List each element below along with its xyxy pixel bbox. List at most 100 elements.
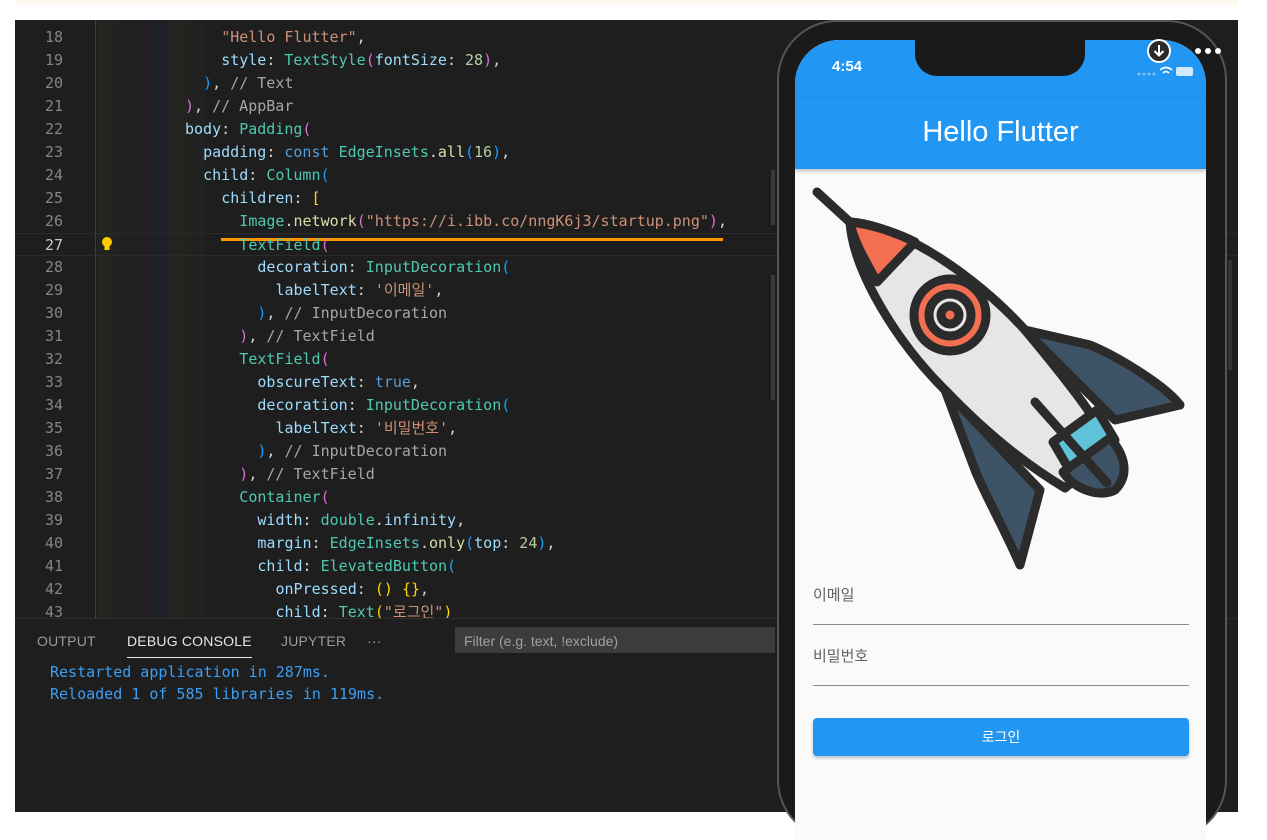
code-text: ), // InputDecoration bbox=[257, 440, 447, 463]
code-token: , bbox=[501, 143, 511, 161]
tab-output[interactable]: OUTPUT bbox=[37, 633, 96, 649]
more-icon[interactable] bbox=[1193, 46, 1223, 56]
line-number: 27 bbox=[44, 236, 63, 254]
line-number: 33 bbox=[44, 373, 63, 391]
code-token: child bbox=[203, 166, 249, 184]
code-token: '비밀번호' bbox=[374, 419, 449, 437]
line-number: 24 bbox=[44, 166, 63, 184]
code-text: children: [ bbox=[221, 187, 320, 210]
code-token: const bbox=[284, 143, 339, 161]
lightbulb-icon[interactable] bbox=[101, 236, 113, 252]
line-number: 28 bbox=[44, 258, 63, 276]
code-text: TextField( bbox=[239, 348, 329, 371]
code-token: , bbox=[266, 442, 285, 460]
code-token: '이메일' bbox=[374, 281, 435, 299]
tab-debug-console[interactable]: DEBUG CONSOLE bbox=[127, 633, 252, 658]
code-token: "Hello Flutter" bbox=[221, 28, 357, 46]
code-token: ( bbox=[320, 236, 330, 254]
password-field[interactable] bbox=[813, 685, 1189, 686]
code-token: ) bbox=[708, 212, 718, 230]
code-text: ), // Text bbox=[203, 72, 293, 95]
code-token: // AppBar bbox=[212, 97, 294, 115]
code-token: 24 bbox=[519, 534, 538, 552]
code-token: ( bbox=[501, 396, 511, 414]
code-token: : bbox=[302, 557, 321, 575]
code-text: labelText: '이메일', bbox=[276, 279, 444, 302]
code-token: top bbox=[474, 534, 502, 552]
code-token: ( bbox=[365, 51, 375, 69]
code-token: labelText bbox=[275, 419, 357, 437]
code-text: ), // InputDecoration bbox=[257, 302, 447, 325]
code-token: ( bbox=[320, 166, 330, 184]
code-token: fontSize bbox=[374, 51, 447, 69]
line-number: 31 bbox=[44, 327, 63, 345]
code-token: {} bbox=[401, 580, 420, 598]
code-text: padding: const EdgeInsets.all(16), bbox=[203, 141, 510, 164]
line-number: 35 bbox=[44, 419, 63, 437]
code-text: body: Padding( bbox=[185, 118, 311, 141]
code-token: : bbox=[446, 51, 466, 69]
code-token: padding bbox=[203, 143, 267, 161]
app-bar-title: Hello Flutter bbox=[922, 116, 1079, 148]
code-token: 28 bbox=[465, 51, 484, 69]
login-button[interactable]: 로그인 bbox=[813, 718, 1189, 756]
code-token: : bbox=[347, 396, 366, 414]
email-field[interactable] bbox=[813, 624, 1189, 625]
code-token: body bbox=[185, 120, 222, 138]
phone-notch bbox=[915, 40, 1085, 76]
top-strip bbox=[15, 0, 1238, 5]
line-number: 29 bbox=[44, 281, 63, 299]
code-token: : bbox=[501, 534, 520, 552]
code-token: , bbox=[546, 534, 556, 552]
code-token: margin bbox=[257, 534, 312, 552]
code-token: ( bbox=[320, 488, 330, 506]
filter-input[interactable]: Filter (e.g. text, !exclude) bbox=[455, 627, 775, 653]
download-icon[interactable] bbox=[1146, 38, 1172, 64]
line-number: 26 bbox=[44, 212, 63, 230]
code-token: ) bbox=[483, 51, 493, 69]
line-number: 42 bbox=[44, 580, 63, 598]
code-token: obscureText bbox=[257, 373, 357, 391]
code-token: width bbox=[257, 511, 303, 529]
code-token: decoration bbox=[257, 258, 348, 276]
line-number: 25 bbox=[44, 189, 63, 207]
phone-side-button bbox=[1228, 260, 1232, 370]
code-text: decoration: InputDecoration( bbox=[257, 256, 510, 279]
code-token: . bbox=[374, 511, 384, 529]
console-line: Reloaded 1 of 585 libraries in 119ms. bbox=[50, 685, 385, 703]
tab-jupyter[interactable]: JUPYTER bbox=[281, 633, 346, 649]
line-number: 32 bbox=[44, 350, 63, 368]
line-number: 23 bbox=[44, 143, 63, 161]
code-token: ( bbox=[302, 120, 312, 138]
code-text: Image.network("https://i.ibb.co/nngK6j3/… bbox=[239, 210, 727, 233]
code-token: ) bbox=[185, 97, 195, 115]
code-token: , bbox=[434, 281, 444, 299]
code-token: infinity bbox=[383, 511, 457, 529]
code-token: ) bbox=[492, 143, 502, 161]
code-token: // TextField bbox=[266, 327, 375, 345]
line-number: 34 bbox=[44, 396, 63, 414]
more-tabs-button[interactable]: ··· bbox=[367, 633, 382, 649]
code-token: : bbox=[356, 281, 375, 299]
code-text: width: double.infinity, bbox=[257, 509, 465, 532]
code-token: true bbox=[374, 373, 411, 391]
code-token: , bbox=[356, 28, 366, 46]
code-token: Column bbox=[266, 166, 321, 184]
code-token: Image bbox=[239, 212, 285, 230]
phone-screen: 4:54 Hello Flutter 이메일 비밀번호 로그인 bbox=[795, 40, 1206, 840]
code-token: ( bbox=[320, 350, 330, 368]
line-number: 18 bbox=[44, 28, 63, 46]
code-token: network bbox=[293, 212, 357, 230]
code-token: ( bbox=[447, 557, 457, 575]
code-token: EdgeInsets bbox=[329, 534, 420, 552]
code-text: margin: EdgeInsets.only(top: 24), bbox=[257, 532, 555, 555]
console-line: Restarted application in 287ms. bbox=[50, 663, 330, 681]
code-token: InputDecoration bbox=[365, 396, 502, 414]
code-token: , bbox=[410, 373, 420, 391]
code-token: [ bbox=[311, 189, 321, 207]
code-token: : bbox=[248, 166, 267, 184]
code-token: , bbox=[248, 327, 267, 345]
code-token: ) bbox=[239, 465, 249, 483]
line-number: 40 bbox=[44, 534, 63, 552]
